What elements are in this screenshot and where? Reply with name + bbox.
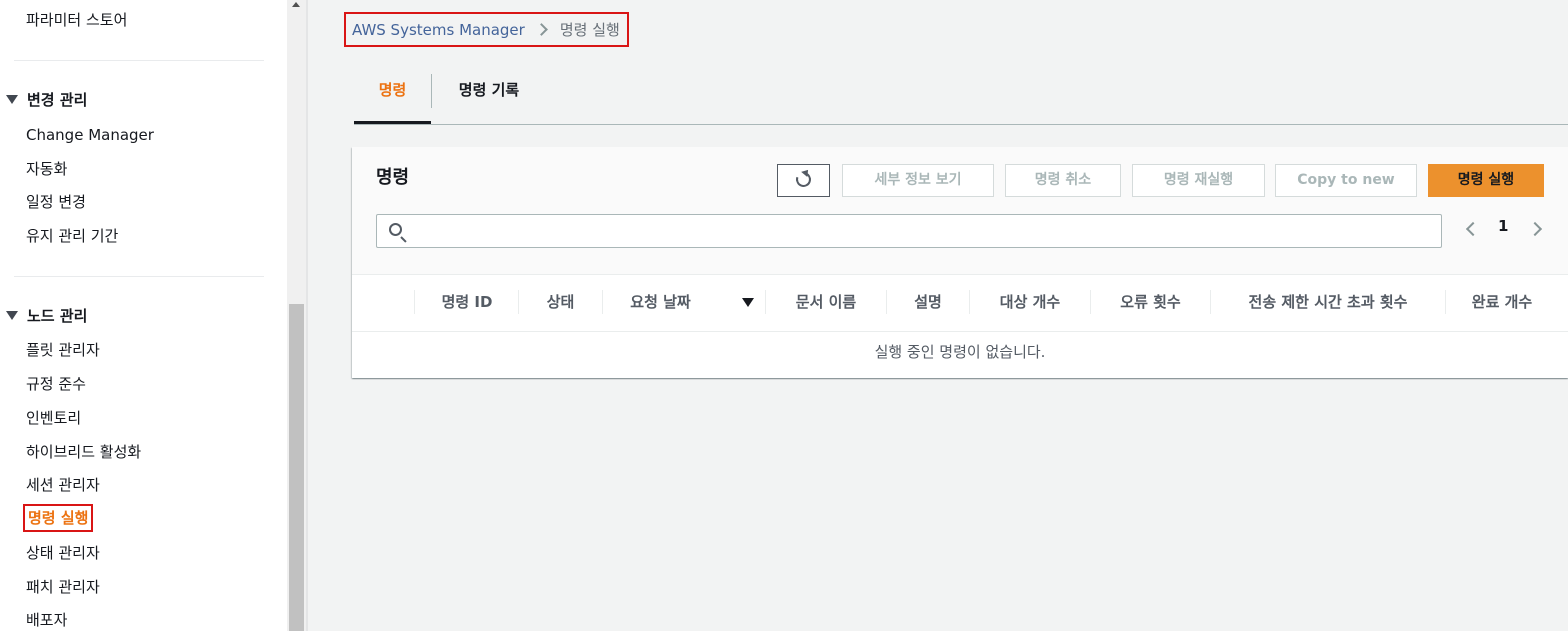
sidebar-item-compliance[interactable]: 규정 준수 xyxy=(26,374,86,394)
sidebar-nav: 파라미터 스토어 변경 관리 Change Manager 자동화 일정 변경 … xyxy=(0,0,287,631)
panel-header: 명령 세부 정보 보기 명령 취소 명령 재실행 Copy to new 명령 … xyxy=(352,147,1568,275)
search-box xyxy=(376,214,1442,248)
sidebar-item-state-manager[interactable]: 상태 관리자 xyxy=(26,543,100,563)
sidebar-item-change-calendar[interactable]: 일정 변경 xyxy=(26,192,86,212)
column-header-command-id[interactable]: 명령 ID xyxy=(415,286,519,318)
sidebar-divider xyxy=(14,60,264,61)
table-divider xyxy=(352,331,1568,332)
rerun-command-button[interactable]: 명령 재실행 xyxy=(1132,164,1265,197)
column-header-completed-count[interactable]: 완료 개수 xyxy=(1446,286,1558,318)
search-input[interactable] xyxy=(411,215,1431,247)
column-header-requested-date[interactable]: 요청 날짜 xyxy=(603,286,718,318)
search-icon xyxy=(389,223,402,236)
view-details-button[interactable]: 세부 정보 보기 xyxy=(842,164,994,197)
sidebar-item-automation[interactable]: 자동화 xyxy=(26,159,67,179)
caret-down-icon xyxy=(6,311,18,320)
tab-commands[interactable]: 명령 xyxy=(354,72,431,124)
sidebar-item-maintenance-windows[interactable]: 유지 관리 기간 xyxy=(26,226,118,246)
column-header-description[interactable]: 설명 xyxy=(887,286,969,318)
sidebar-item-change-manager[interactable]: Change Manager xyxy=(26,125,154,145)
sidebar-item-run-command[interactable]: 명령 실행 xyxy=(22,504,94,532)
content-divider xyxy=(306,0,308,631)
refresh-button[interactable] xyxy=(777,164,830,197)
section-heading-label: 변경 관리 xyxy=(27,91,88,109)
chevron-right-icon xyxy=(534,23,548,36)
column-header-target-count[interactable]: 대상 개수 xyxy=(970,286,1090,318)
commands-panel: 명령 세부 정보 보기 명령 취소 명령 재실행 Copy to new 명령 … xyxy=(352,147,1568,378)
sidebar-item-distributor[interactable]: 배포자 xyxy=(26,610,67,630)
section-change-management[interactable]: 변경 관리 xyxy=(6,90,87,110)
refresh-icon xyxy=(793,169,814,190)
sidebar-item-parameter-store[interactable]: 파라미터 스토어 xyxy=(26,10,127,30)
sidebar-item-fleet-manager[interactable]: 플릿 관리자 xyxy=(26,340,100,360)
breadcrumb-link-systems-manager[interactable]: AWS Systems Manager xyxy=(352,21,525,39)
section-heading-label: 노드 관리 xyxy=(27,307,88,325)
tab-command-history[interactable]: 명령 기록 xyxy=(432,72,546,124)
sidebar-item-inventory[interactable]: 인벤토리 xyxy=(26,408,81,428)
sort-descending-icon[interactable] xyxy=(742,298,754,307)
panel-title: 명령 xyxy=(376,167,410,188)
caret-down-icon xyxy=(6,95,18,104)
tab-bar: 명령 명령 기록 xyxy=(354,72,1568,125)
table-header-row: 명령 ID 상태 요청 날짜 문서 이름 설명 대상 개수 오류 횟수 전송 제… xyxy=(352,286,1568,318)
sidebar-item-session-manager[interactable]: 세션 관리자 xyxy=(26,475,100,495)
scrollbar-thumb[interactable] xyxy=(289,304,304,631)
column-header-status[interactable]: 상태 xyxy=(519,286,602,318)
cancel-command-button[interactable]: 명령 취소 xyxy=(1005,164,1121,197)
page-number[interactable]: 1 xyxy=(1498,217,1508,235)
empty-state-message: 실행 중인 명령이 없습니다. xyxy=(874,343,1046,361)
copy-to-new-button[interactable]: Copy to new xyxy=(1275,164,1417,197)
pagination: 1 xyxy=(1460,214,1550,244)
breadcrumb: AWS Systems Manager 명령 실행 xyxy=(344,12,629,47)
breadcrumb-current: 명령 실행 xyxy=(559,21,620,39)
run-command-button[interactable]: 명령 실행 xyxy=(1428,164,1544,197)
sidebar-scrollbar[interactable] xyxy=(287,0,306,631)
chevron-right-icon[interactable] xyxy=(1527,221,1543,237)
sidebar-divider xyxy=(14,276,264,277)
sidebar-item-patch-manager[interactable]: 패치 관리자 xyxy=(26,577,100,597)
sidebar-item-hybrid-activations[interactable]: 하이브리드 활성화 xyxy=(26,442,141,462)
scroll-up-arrow-icon[interactable] xyxy=(287,0,306,12)
chevron-left-icon[interactable] xyxy=(1465,221,1481,237)
column-header-document-name[interactable]: 문서 이름 xyxy=(766,286,886,318)
section-node-management[interactable]: 노드 관리 xyxy=(6,306,87,326)
column-header-error-count[interactable]: 오류 횟수 xyxy=(1091,286,1210,318)
column-header-delivery-timeout-count[interactable]: 전송 제한 시간 초과 횟수 xyxy=(1211,286,1445,318)
